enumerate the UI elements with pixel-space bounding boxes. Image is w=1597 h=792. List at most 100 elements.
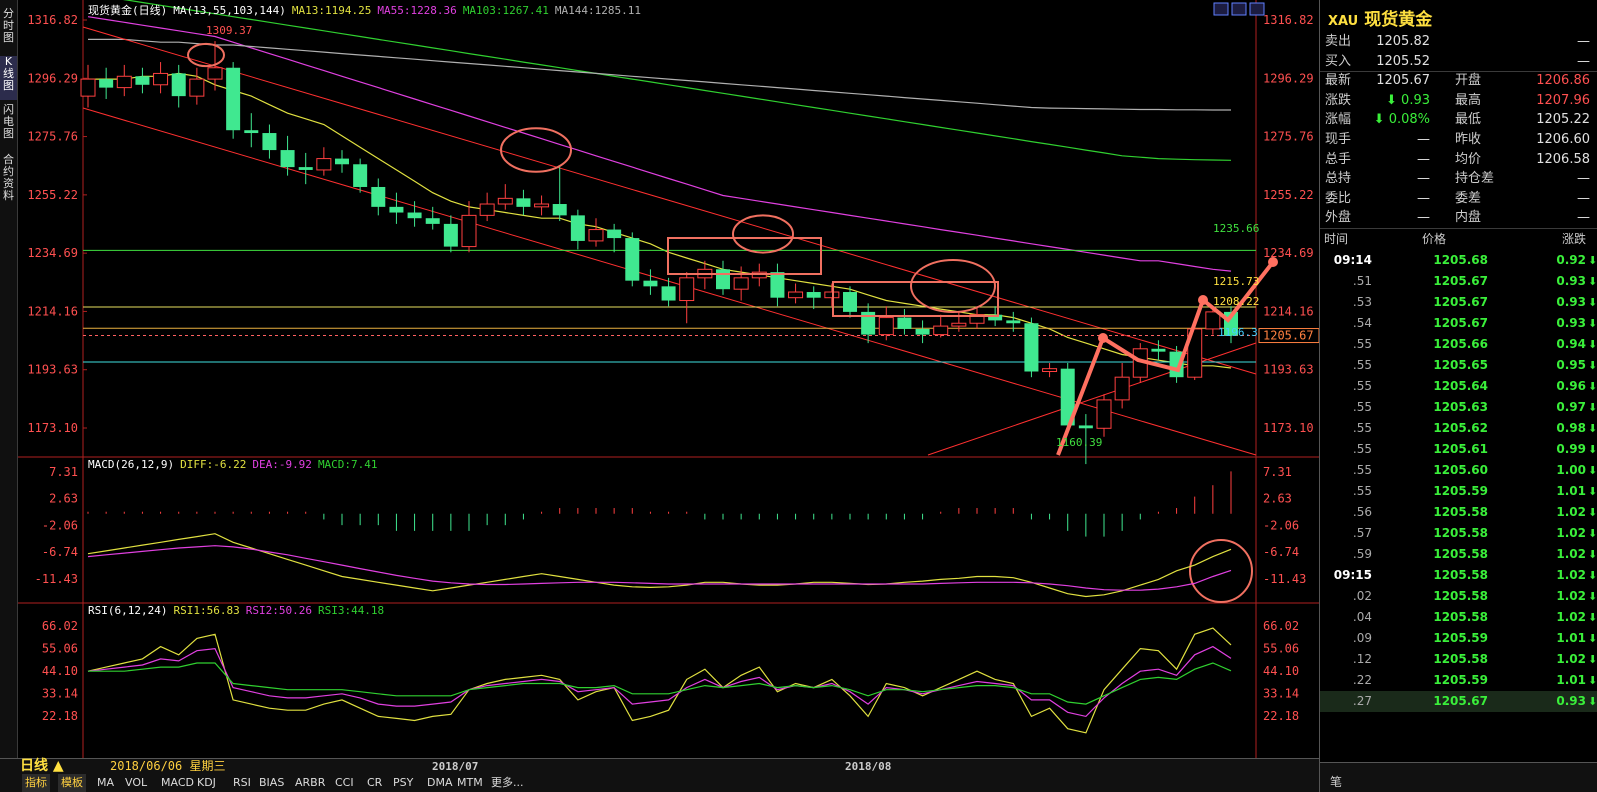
- tick-time: .57: [1352, 526, 1372, 540]
- indicator-tab-14[interactable]: 更多...: [488, 774, 527, 792]
- tick-row: 09:15 1205.58 1.02 ⬇: [1320, 565, 1597, 586]
- candle-body: [316, 158, 332, 171]
- candle-body: [226, 67, 241, 131]
- tab-flash[interactable]: 闪电图: [0, 104, 17, 148]
- candle-body: [353, 164, 368, 187]
- tick-price: 1205.64: [1433, 379, 1488, 393]
- main-legend: 现货黄金(日线): [88, 3, 167, 17]
- indicator-tab-8[interactable]: ARBR: [292, 774, 328, 792]
- level-label-low: 1160.39: [1056, 436, 1102, 449]
- tab-contract-info[interactable]: 合约资料: [0, 154, 17, 212]
- tick-change: 1.01: [1556, 673, 1586, 687]
- tick-row: .59 1205.58 1.02 ⬇: [1320, 544, 1597, 565]
- indicator-tab-0[interactable]: 指标: [22, 774, 50, 792]
- indicator-tab-2[interactable]: MA: [94, 774, 117, 792]
- chart-area[interactable]: 1316.82 1316.82 1296.29 1296.29 1275.76 1275.…: [18, 0, 1319, 758]
- price-tick-label-left: 1255.22: [27, 188, 78, 202]
- candle-body: [643, 280, 658, 287]
- price-tick-label-right: 1296.29: [1263, 71, 1314, 85]
- quote-row: 卖出 1205.82 —: [1320, 32, 1597, 51]
- rsi-legend: RSI2:50.26: [246, 604, 312, 617]
- indicator-tab-7[interactable]: BIAS: [256, 774, 287, 792]
- quote-value: 1206.58: [1536, 151, 1590, 167]
- main-legend: MA103:1267.41: [463, 4, 549, 17]
- down-arrow-icon: ⬇: [1588, 296, 1597, 309]
- indicator-tab-4[interactable]: MACD: [158, 774, 197, 792]
- candle-body: [389, 206, 404, 213]
- tick-header: 时间 价格 涨跌: [1320, 228, 1597, 249]
- candle-body: [425, 218, 440, 224]
- settings-icon[interactable]: [1249, 2, 1265, 16]
- quote-label: 内盘: [1455, 210, 1482, 226]
- tick-price: 1205.67: [1433, 694, 1488, 708]
- quote-value: 1205.82: [1376, 34, 1430, 49]
- tick-change: 1.02: [1556, 547, 1586, 561]
- quote-row: 最新 1205.67 开盘 1206.86: [1320, 71, 1597, 90]
- candle-body: [915, 328, 930, 335]
- indicator-tab-9[interactable]: CCI: [332, 774, 357, 792]
- candle-body: [335, 158, 349, 165]
- tick-change: 0.93: [1556, 295, 1586, 309]
- candle-body: [607, 229, 622, 239]
- quote-row: 总手 — 均价 1206.58: [1320, 150, 1597, 169]
- indicator-tab-5[interactable]: KDJ: [194, 774, 219, 792]
- quote-value: ⬇ 0.93: [1386, 92, 1430, 108]
- macd-legend: DEA:-9.92: [252, 458, 312, 471]
- tick-price: 1205.58: [1433, 547, 1488, 561]
- tick-change: 0.98: [1556, 421, 1586, 435]
- quote-value: —: [1417, 210, 1430, 226]
- left-vertical-tabs: 分时图 K线图 闪电图 合约资料: [0, 0, 18, 758]
- tab-kline[interactable]: K线图: [0, 56, 17, 100]
- indicator-tab-1[interactable]: 模板: [58, 774, 86, 792]
- indicator-tab-11[interactable]: PSY: [390, 774, 416, 792]
- indicator-tab-10[interactable]: CR: [364, 774, 385, 792]
- candle-body: [733, 277, 749, 290]
- down-arrow-icon: ⬇: [1588, 359, 1597, 372]
- restore-icon[interactable]: [1213, 2, 1229, 16]
- down-arrow-icon: ⬇: [1588, 422, 1597, 435]
- quote-label: 卖出: [1325, 34, 1352, 49]
- quote-value: —: [1417, 190, 1430, 206]
- indicator-tab-13[interactable]: MTM: [454, 774, 486, 792]
- candle-body: [1114, 376, 1130, 401]
- tick-price: 1205.58: [1433, 505, 1488, 519]
- price-tick-label-left: 1173.10: [27, 421, 78, 435]
- period-selector[interactable]: 日线 ▲: [20, 759, 64, 774]
- candle-body: [933, 325, 949, 336]
- tick-change: 0.92: [1556, 253, 1586, 267]
- tick-row: 09:14 1205.68 0.92 ⬇: [1320, 250, 1597, 271]
- tab-intraday[interactable]: 分时图: [0, 8, 17, 48]
- tick-change: 0.99: [1556, 442, 1586, 456]
- quote-value: —: [1417, 151, 1430, 167]
- bottom-toolbar: 日线 ▲ 2018/06/06 星期三 2018/07 2018/08 指标 模板…: [0, 758, 1319, 792]
- tick-change: 0.93: [1556, 316, 1586, 330]
- candle-body: [1151, 348, 1166, 352]
- indicator-tab-12[interactable]: DMA: [424, 774, 456, 792]
- tick-change: 1.02: [1556, 505, 1586, 519]
- level-label-high: 1309.37: [206, 24, 252, 37]
- rsi-legend: RSI3:44.18: [318, 604, 384, 617]
- tick-row: .02 1205.58 1.02 ⬇: [1320, 586, 1597, 607]
- macd-tick-label-right: -6.74: [1263, 545, 1299, 559]
- tick-price: 1205.63: [1433, 400, 1488, 414]
- tick-change: 1.02: [1556, 526, 1586, 540]
- macd-tick-label-right: 2.63: [1263, 492, 1292, 506]
- maximize-icon[interactable]: [1231, 2, 1247, 16]
- indicator-tab-3[interactable]: VOL: [122, 774, 150, 792]
- tick-change: 0.93: [1556, 274, 1586, 288]
- main-legend: MA(13,55,103,144): [173, 4, 286, 17]
- quote-row: 涨跌 ⬇ 0.93 最高 1207.96: [1320, 91, 1597, 110]
- tick-price: 1205.58: [1433, 526, 1488, 540]
- price-tick-label-right: 1214.16: [1263, 304, 1314, 318]
- level-label-l4: 1196.36: [1218, 326, 1264, 339]
- tick-footer[interactable]: 笔: [1320, 762, 1597, 792]
- indicator-tab-6[interactable]: RSI: [230, 774, 254, 792]
- quote-panel: XAU 现货黄金 卖出 1205.82 — 买入 1205.52 — 最新 1205.…: [1319, 0, 1597, 792]
- tick-row: .12 1205.58 1.02 ⬇: [1320, 649, 1597, 670]
- macd-tick-label-right: -2.06: [1263, 519, 1299, 533]
- down-arrow-icon: ⬇: [1588, 548, 1597, 561]
- quote-row: 委比 — 委差 —: [1320, 189, 1597, 208]
- tick-time: 09:14: [1333, 253, 1372, 267]
- tick-change: 1.01: [1556, 484, 1586, 498]
- down-arrow-icon: ⬇: [1588, 674, 1597, 687]
